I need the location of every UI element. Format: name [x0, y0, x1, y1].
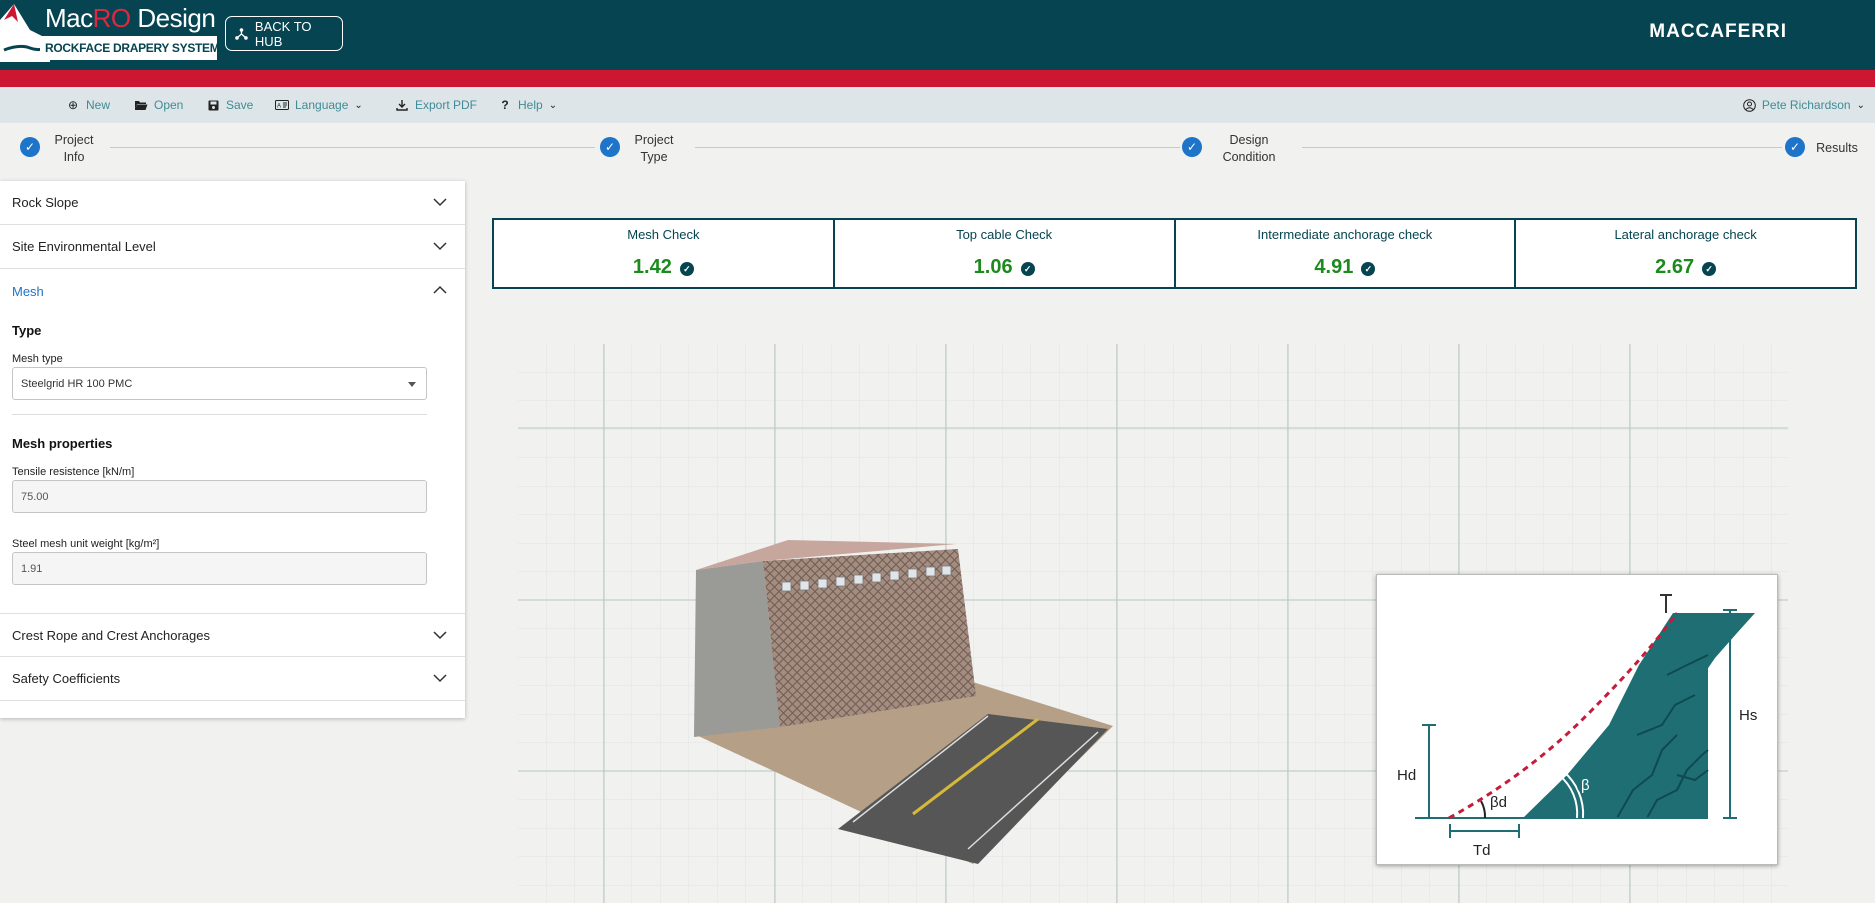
check-value: 1.06 ✓	[835, 256, 1174, 279]
language-dropdown[interactable]: A Language ⌄	[275, 87, 363, 123]
hd-label: Hd	[1397, 767, 1416, 784]
mesh-type-label: Mesh type	[12, 353, 63, 365]
check-circle-icon: ✓	[1361, 262, 1376, 276]
step-connector	[1302, 147, 1782, 148]
open-label: Open	[154, 98, 184, 112]
chevron-down-icon	[433, 242, 447, 251]
slope-diagram-svg: Hs Hd Td βd β	[1397, 594, 1757, 859]
beta-label: β	[1581, 777, 1590, 794]
accordion-label: Crest Rope and Crest Anchorages	[12, 627, 210, 643]
tensile-resistance-label: Tensile resistence [kN/m]	[12, 466, 135, 478]
user-menu[interactable]: Pete Richardson ⌄	[1743, 87, 1865, 123]
mesh-section-body: Type Mesh type Steelgrid HR 100 PMC Mesh…	[0, 313, 465, 613]
chevron-down-icon: ⌄	[548, 99, 558, 111]
header-accent-stripe	[0, 70, 1875, 87]
accordion-label: Safety Coefficients	[12, 671, 121, 686]
chevron-up-icon	[433, 285, 447, 294]
check-circle-icon: ✓	[679, 262, 694, 276]
back-to-hub-label: BACK TO HUB	[254, 18, 312, 49]
td-label: Td	[1473, 842, 1491, 859]
check-title: Intermediate anchorage check	[1257, 227, 1433, 242]
step-4-check-icon[interactable]: ✓	[1785, 137, 1805, 157]
download-icon	[395, 99, 409, 111]
accordion-site-environmental-level[interactable]: Site Environmental Level	[0, 225, 465, 269]
mesh-weight-input[interactable]: 1.91	[12, 552, 427, 585]
tensile-resistance-input[interactable]: 75.00	[12, 480, 427, 513]
results-summary: Mesh Check 1.42 ✓ Top cable Check 1.06 ✓ I…	[492, 218, 1857, 289]
open-button[interactable]: Open	[134, 87, 183, 123]
hs-label: Hs	[1739, 707, 1757, 724]
app-logo[interactable]: MacRO Design ROCKFACE DRAPERY SYSTEMS	[0, 0, 227, 62]
brand-logo: MACCAFERRI	[1649, 21, 1787, 42]
step-1-label[interactable]: Project Info	[48, 132, 100, 166]
user-circle-icon	[1743, 98, 1756, 112]
step-3-label[interactable]: Design Condition	[1215, 132, 1283, 166]
accordion-mesh[interactable]: Mesh	[0, 269, 465, 313]
accordion-safety-coefficients[interactable]: Safety Coefficients	[0, 657, 465, 701]
type-heading: Type	[12, 323, 42, 338]
check-title: Lateral anchorage check	[1614, 227, 1757, 242]
slope-section-diagram: Hs Hd Td βd β	[1376, 574, 1778, 865]
check-value: 2.67 ✓	[1516, 256, 1855, 279]
step-connector	[110, 147, 595, 148]
question-icon: ?	[501, 98, 509, 112]
plus-circle-icon: ⊕	[67, 98, 79, 112]
chevron-down-icon	[433, 631, 447, 640]
accordion-label: Site Environmental Level	[12, 239, 156, 254]
step-2-check-icon[interactable]: ✓	[600, 137, 620, 157]
mesh-properties-heading: Mesh properties	[12, 436, 113, 451]
logo-title: MacRO Design	[45, 3, 216, 33]
new-label: New	[86, 98, 111, 112]
help-label: Help	[518, 98, 543, 112]
menu-bar: ⊕ New Open Save A Language ⌄ Export PDF …	[0, 87, 1875, 123]
mesh-type-select[interactable]: Steelgrid HR 100 PMC	[12, 367, 427, 400]
beta-d-label: βd	[1490, 794, 1507, 811]
save-icon	[206, 100, 220, 111]
accordion-label: Rock Slope	[12, 195, 79, 210]
logo-subtitle: ROCKFACE DRAPERY SYSTEMS	[40, 36, 227, 60]
step-3-check-icon[interactable]: ✓	[1182, 137, 1202, 157]
accordion-crest-rope[interactable]: Crest Rope and Crest Anchorages	[0, 613, 465, 657]
check-title: Top cable Check	[956, 227, 1053, 242]
folder-open-icon	[134, 100, 148, 111]
mesh-drapery-face	[763, 549, 976, 727]
chevron-down-icon	[433, 674, 447, 683]
new-button[interactable]: ⊕ New	[66, 87, 110, 123]
language-icon: A	[275, 100, 289, 110]
step-1-check-icon[interactable]: ✓	[20, 137, 40, 157]
progress-stepper: ✓ Project Info ✓ Project Type ✓ Design Cond…	[0, 123, 1875, 173]
export-pdf-label: Export PDF	[415, 98, 478, 112]
save-button[interactable]: Save	[206, 87, 253, 123]
settings-panel: Rock Slope Site Environmental Level Mesh…	[0, 181, 465, 718]
hub-icon	[235, 28, 248, 40]
language-label: Language	[295, 98, 349, 112]
check-value: 4.91 ✓	[1176, 256, 1515, 279]
mesh-type-value: Steelgrid HR 100 PMC	[21, 377, 133, 390]
svg-text:A: A	[277, 104, 281, 110]
check-value: 1.42 ✓	[494, 256, 833, 279]
mesh-check-card: Mesh Check 1.42 ✓	[494, 220, 835, 287]
caret-down-icon	[408, 382, 416, 387]
accordion-rock-slope[interactable]: Rock Slope	[0, 181, 465, 225]
chevron-down-icon: ⌄	[1856, 99, 1865, 111]
top-cable-check-card: Top cable Check 1.06 ✓	[835, 220, 1176, 287]
save-label: Save	[226, 98, 254, 112]
lateral-anchorage-check-card: Lateral anchorage check 2.67 ✓	[1516, 220, 1855, 287]
mesh-weight-label: Steel mesh unit weight [kg/m²]	[12, 538, 160, 550]
check-title: Mesh Check	[627, 227, 700, 242]
user-name: Pete Richardson	[1761, 98, 1851, 112]
step-2-label[interactable]: Project Type	[628, 132, 680, 166]
export-pdf-button[interactable]: Export PDF	[395, 87, 477, 123]
step-4-label[interactable]: Results	[1811, 140, 1863, 157]
step-connector	[695, 147, 1180, 148]
intermediate-anchorage-check-card: Intermediate anchorage check 4.91 ✓	[1176, 220, 1517, 287]
check-circle-icon: ✓	[1020, 262, 1035, 276]
chevron-down-icon: ⌄	[354, 99, 363, 111]
accordion-label: Mesh	[12, 283, 44, 299]
section-divider	[12, 414, 427, 415]
back-to-hub-button[interactable]: BACK TO HUB	[225, 16, 343, 51]
check-circle-icon: ✓	[1702, 262, 1717, 276]
help-dropdown[interactable]: ? Help ⌄	[498, 87, 557, 123]
chevron-down-icon	[433, 198, 447, 207]
